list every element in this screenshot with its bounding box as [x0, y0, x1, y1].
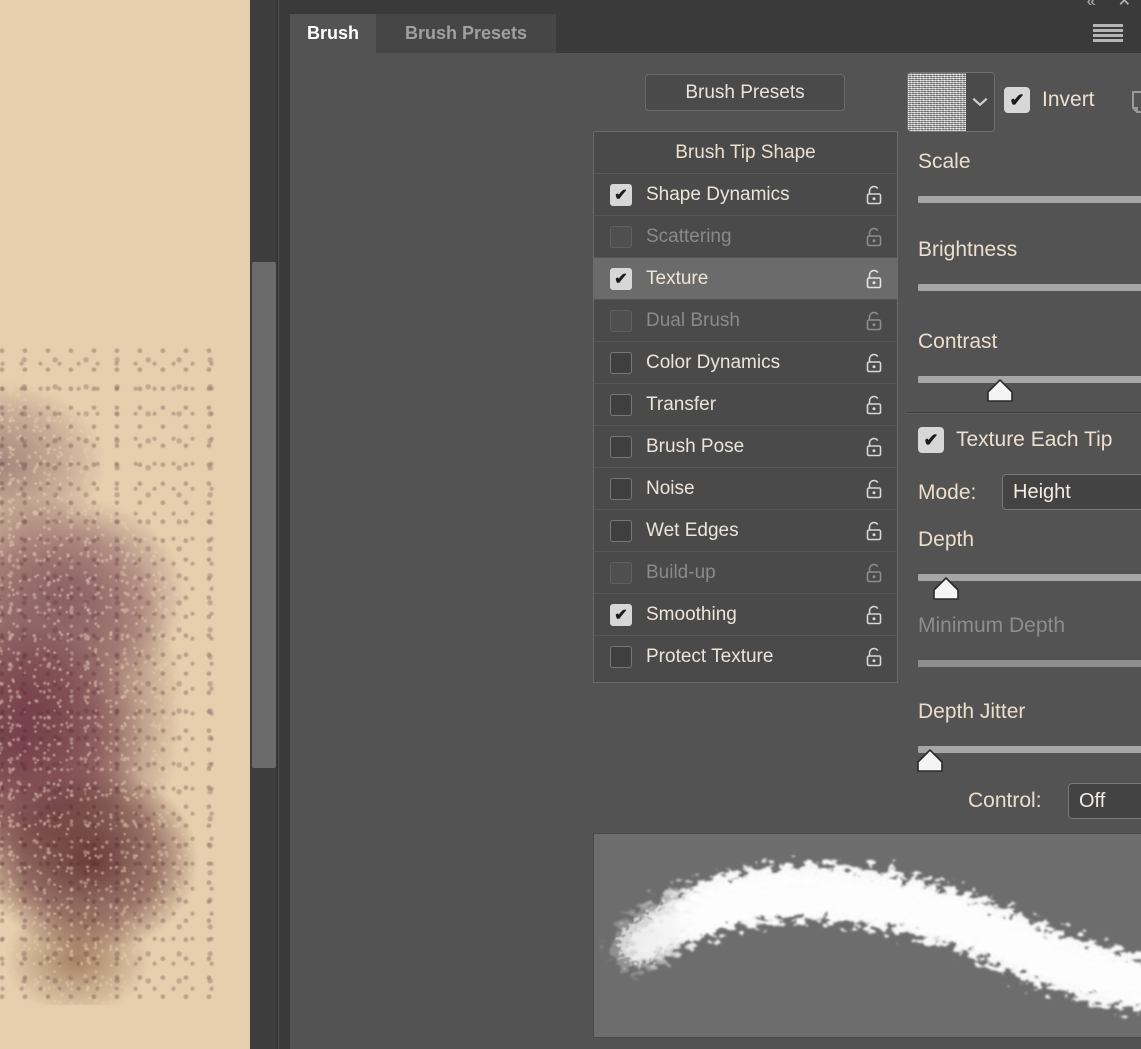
lock-icon[interactable] — [865, 353, 883, 373]
option-row-noise[interactable]: Noise — [594, 468, 897, 510]
scale-slider-track[interactable] — [918, 196, 1141, 203]
panel-menu-icon[interactable] — [1093, 22, 1123, 44]
brush-tip-shape-item[interactable]: Brush Tip Shape — [594, 132, 897, 174]
control-dropdown[interactable]: Off — [1068, 783, 1141, 819]
lock-icon[interactable] — [865, 521, 883, 541]
checkbox-protect-texture[interactable] — [610, 646, 632, 668]
depth-label: Depth — [918, 528, 975, 551]
checkbox-texture[interactable]: ✔ — [610, 267, 632, 290]
scrollbar-thumb[interactable] — [252, 262, 276, 768]
checkbox-dual-brush[interactable] — [610, 309, 632, 332]
option-row-shape-dynamics[interactable]: ✔ Shape Dynamics — [594, 174, 897, 216]
panel-gutter — [279, 0, 290, 1049]
option-row-transfer[interactable]: Transfer — [594, 384, 897, 426]
brightness-slider-track[interactable] — [918, 284, 1141, 291]
brush-presets-button[interactable]: Brush Presets — [645, 74, 845, 111]
depth-jitter-label: Depth Jitter — [918, 700, 1026, 723]
panel-titlebar: « ✕ — [290, 0, 1141, 14]
new-document-icon[interactable] — [1129, 90, 1141, 114]
option-row-protect-texture[interactable]: Protect Texture — [594, 636, 897, 678]
minimum-depth-slider-track — [918, 660, 1141, 667]
checkbox-brush-pose[interactable] — [610, 435, 632, 458]
checkbox-build-up[interactable] — [610, 561, 632, 584]
lock-icon[interactable] — [865, 395, 883, 415]
depth-jitter-slider-track[interactable] — [918, 746, 1141, 753]
option-label: Shape Dynamics — [646, 183, 790, 205]
option-row-smoothing[interactable]: ✔ Smoothing — [594, 594, 897, 636]
checkbox-invert[interactable]: ✔ — [1004, 87, 1030, 113]
option-label: Color Dynamics — [646, 351, 781, 373]
lock-icon[interactable] — [865, 269, 883, 289]
lock-icon[interactable] — [865, 479, 883, 499]
chevron-down-icon[interactable] — [966, 73, 994, 131]
brush-stroke-preview — [593, 833, 1141, 1038]
option-label: Texture — [646, 267, 709, 289]
option-label: Brush Pose — [646, 435, 745, 457]
mode-label: Mode: — [918, 481, 977, 504]
minimum-depth-label: Minimum Depth — [918, 614, 1066, 637]
checkbox-color-dynamics[interactable] — [610, 351, 632, 374]
tab-brush-presets[interactable]: Brush Presets — [376, 14, 556, 53]
lock-icon[interactable] — [865, 437, 883, 457]
tree-painting-artwork — [0, 345, 220, 1005]
paint-texture-shadows — [0, 345, 220, 1005]
option-label: Transfer — [646, 393, 717, 415]
option-label: Scattering — [646, 225, 732, 247]
lock-icon[interactable] — [865, 185, 883, 205]
texture-swatch-preview — [908, 73, 966, 131]
checkbox-shape-dynamics[interactable]: ✔ — [610, 183, 632, 206]
option-row-brush-pose[interactable]: Brush Pose — [594, 426, 897, 468]
checkbox-smoothing[interactable]: ✔ — [610, 603, 632, 626]
lock-icon[interactable] — [865, 311, 883, 331]
option-row-color-dynamics[interactable]: Color Dynamics — [594, 342, 897, 384]
option-label: Protect Texture — [646, 646, 774, 667]
brightness-label: Brightness — [918, 238, 1018, 261]
mode-dropdown[interactable]: Height — [1002, 474, 1141, 510]
option-label: Noise — [646, 477, 695, 499]
collapse-panel-icon[interactable]: « — [1087, 0, 1096, 10]
lock-icon[interactable] — [865, 605, 883, 625]
option-label: Dual Brush — [646, 309, 740, 331]
option-label: Wet Edges — [646, 519, 739, 541]
contrast-slider-track[interactable] — [918, 376, 1141, 383]
lock-icon[interactable] — [865, 563, 883, 583]
depth-slider-thumb[interactable] — [931, 576, 961, 602]
option-row-scattering[interactable]: Scattering — [594, 216, 897, 258]
option-row-texture[interactable]: ✔ Texture — [594, 258, 897, 300]
invert-label: Invert — [1042, 88, 1095, 111]
option-label: Smoothing — [646, 603, 737, 625]
checkbox-transfer[interactable] — [610, 393, 632, 416]
checkbox-scattering[interactable] — [610, 225, 632, 248]
brush-options-list: Brush Tip Shape ✔ Shape Dynamics Scatter… — [593, 131, 898, 683]
option-row-dual-brush[interactable]: Dual Brush — [594, 300, 897, 342]
option-row-wet-edges[interactable]: Wet Edges — [594, 510, 897, 552]
checkbox-wet-edges[interactable] — [610, 519, 632, 542]
depth-jitter-slider-thumb[interactable] — [915, 748, 945, 774]
option-label: Build-up — [646, 561, 716, 583]
tab-brush[interactable]: Brush — [290, 14, 376, 53]
document-vertical-scrollbar[interactable] — [250, 0, 278, 1049]
control-value: Off — [1079, 789, 1106, 812]
option-row-build-up[interactable]: Build-up — [594, 552, 897, 594]
window-controls: « ✕ — [1087, 0, 1131, 10]
mode-value: Height — [1013, 480, 1071, 503]
brush-panel: « ✕ Brush Brush Presets Brush Presets Br… — [290, 0, 1141, 1049]
panel-tabbar: Brush Brush Presets — [290, 14, 1141, 53]
control-label: Control: — [968, 789, 1042, 812]
texture-each-tip-label: Texture Each Tip — [956, 428, 1113, 451]
scale-label: Scale — [918, 150, 971, 173]
lock-icon[interactable] — [865, 227, 883, 247]
contrast-label: Contrast — [918, 330, 998, 353]
stroke-graphic — [611, 864, 1141, 1012]
contrast-slider-thumb[interactable] — [985, 378, 1015, 404]
close-panel-icon[interactable]: ✕ — [1118, 0, 1131, 10]
lock-icon[interactable] — [865, 647, 883, 667]
checkbox-texture-each-tip[interactable]: ✔ — [918, 427, 944, 453]
document-canvas[interactable] — [0, 0, 250, 1049]
texture-swatch-picker[interactable] — [907, 72, 995, 132]
section-divider-highlight — [907, 413, 1141, 414]
checkbox-noise[interactable] — [610, 477, 632, 500]
